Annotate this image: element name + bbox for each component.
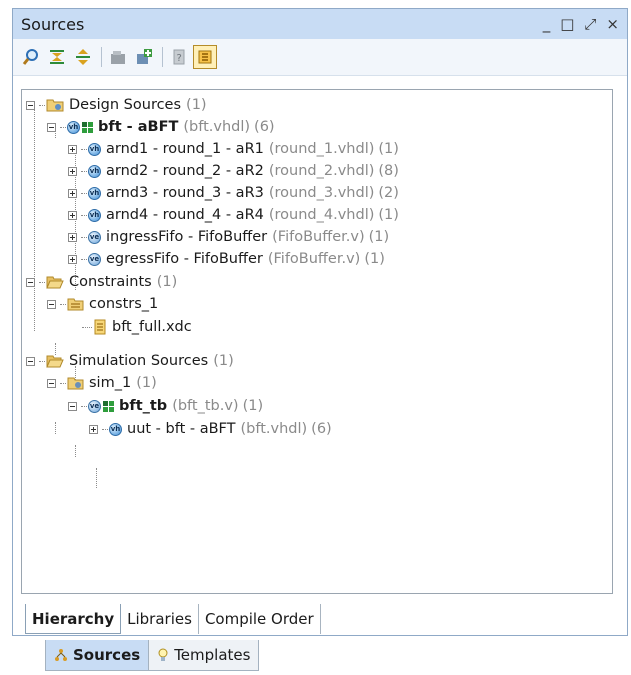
tree-node-constrs-1[interactable]: constrs_1	[47, 293, 158, 315]
collapse-icon[interactable]	[47, 122, 56, 132]
add-sources-icon	[111, 51, 125, 64]
folder-open-icon	[46, 354, 64, 368]
tree-node-arnd1[interactable]: vh arnd1 - round_1 - aR1 (round_1.vhdl) …	[68, 138, 399, 160]
search-icon	[22, 49, 38, 65]
show-hierarchy-icon	[198, 50, 212, 64]
collapse-icon[interactable]	[68, 401, 77, 411]
svg-text:?: ?	[177, 53, 182, 64]
vhdl-module-icon: vh	[88, 142, 101, 156]
expand-icon[interactable]	[68, 188, 77, 198]
tree-node-sim-1[interactable]: sim_1 (1)	[47, 372, 157, 394]
tab-templates[interactable]: Templates	[148, 640, 260, 671]
collapse-all-icon	[50, 50, 64, 64]
vhdl-top-module-icon: vh	[67, 120, 93, 134]
collapse-icon[interactable]	[26, 277, 35, 287]
expand-icon[interactable]	[68, 254, 77, 264]
panel-title: Sources	[21, 14, 85, 34]
folder-open-icon	[46, 275, 64, 289]
collapse-icon[interactable]	[26, 356, 35, 366]
xdc-file-icon	[93, 319, 107, 335]
expand-icon[interactable]	[68, 210, 77, 220]
tree-node-simulation-sources[interactable]: Simulation Sources (1)	[26, 350, 234, 372]
sources-panel: Sources _ □ ⤢ × ? Design Sources (1) vh …	[12, 8, 628, 636]
add-sources-button[interactable]	[106, 45, 130, 69]
tree-node-design-sources[interactable]: Design Sources (1)	[26, 94, 207, 116]
vhdl-module-icon: vh	[88, 164, 101, 178]
add-module-icon	[137, 49, 152, 64]
tab-compile-order[interactable]: Compile Order	[199, 604, 321, 634]
tree-node-constraints[interactable]: Constraints (1)	[26, 271, 177, 293]
tree-node-bft-tb[interactable]: ve bft_tb (bft_tb.v) (1)	[68, 395, 263, 417]
tree-node-bft[interactable]: vh bft - aBFT (bft.vhdl) (6)	[47, 116, 275, 138]
vhdl-module-icon: vh	[109, 422, 122, 436]
bottom-tab-strip: Sources Templates	[0, 636, 631, 675]
vhdl-module-icon: vh	[88, 186, 101, 200]
collapse-icon[interactable]	[26, 100, 35, 110]
sources-toolbar: ?	[13, 39, 627, 76]
show-hierarchy-button[interactable]	[193, 45, 217, 69]
expand-icon[interactable]	[68, 232, 77, 242]
tab-libraries[interactable]: Libraries	[121, 604, 199, 634]
expand-icon[interactable]	[68, 166, 77, 176]
expand-all-icon	[76, 49, 90, 65]
tree-node-bft-full-xdc[interactable]: bft_full.xdc	[82, 316, 192, 338]
tree-node-egress-fifo[interactable]: ve egressFifo - FifoBuffer (FifoBuffer.v…	[68, 248, 385, 270]
folder-sources-icon	[46, 98, 64, 112]
tab-hierarchy[interactable]: Hierarchy	[25, 604, 122, 634]
collapse-icon[interactable]	[47, 299, 56, 309]
hierarchy-tree: Design Sources (1) vh bft - aBFT (bft.vh…	[21, 89, 613, 594]
minimize-icon[interactable]: _	[543, 16, 551, 32]
tab-sources[interactable]: Sources	[45, 640, 150, 671]
simulation-set-icon	[67, 376, 84, 390]
tree-node-arnd2[interactable]: vh arnd2 - round_2 - aR2 (round_2.vhdl) …	[68, 160, 399, 182]
float-icon[interactable]: ⤢	[584, 16, 596, 32]
tree-node-arnd3[interactable]: vh arnd3 - round_3 - aR3 (round_3.vhdl) …	[68, 182, 399, 204]
properties-icon: ?	[173, 49, 185, 65]
collapse-all-button[interactable]	[45, 45, 69, 69]
search-button[interactable]	[19, 45, 43, 69]
tree-node-uut[interactable]: vh uut - bft - aBFT (bft.vhdl) (6)	[89, 418, 332, 440]
maximize-icon[interactable]: □	[560, 16, 574, 32]
add-module-button[interactable]	[132, 45, 156, 69]
lightbulb-icon	[157, 648, 169, 663]
tree-node-ingress-fifo[interactable]: ve ingressFifo - FifoBuffer (FifoBuffer.…	[68, 226, 389, 248]
sources-icon	[54, 648, 68, 662]
expand-all-button[interactable]	[71, 45, 95, 69]
tree-node-arnd4[interactable]: vh arnd4 - round_4 - aR4 (round_4.vhdl) …	[68, 204, 399, 226]
collapse-icon[interactable]	[47, 378, 56, 388]
expand-icon[interactable]	[89, 424, 98, 434]
properties-button[interactable]: ?	[167, 45, 191, 69]
constraint-set-icon	[67, 297, 84, 311]
panel-titlebar: Sources _ □ ⤢ ×	[13, 9, 627, 39]
vhdl-module-icon: vh	[88, 208, 101, 222]
close-icon[interactable]: ×	[606, 16, 619, 32]
verilog-module-icon: ve	[88, 252, 101, 266]
expand-icon[interactable]	[68, 144, 77, 154]
verilog-module-icon: ve	[88, 230, 101, 244]
view-tabs: Hierarchy Libraries Compile Order	[25, 604, 321, 634]
verilog-top-module-icon: ve	[88, 399, 114, 413]
